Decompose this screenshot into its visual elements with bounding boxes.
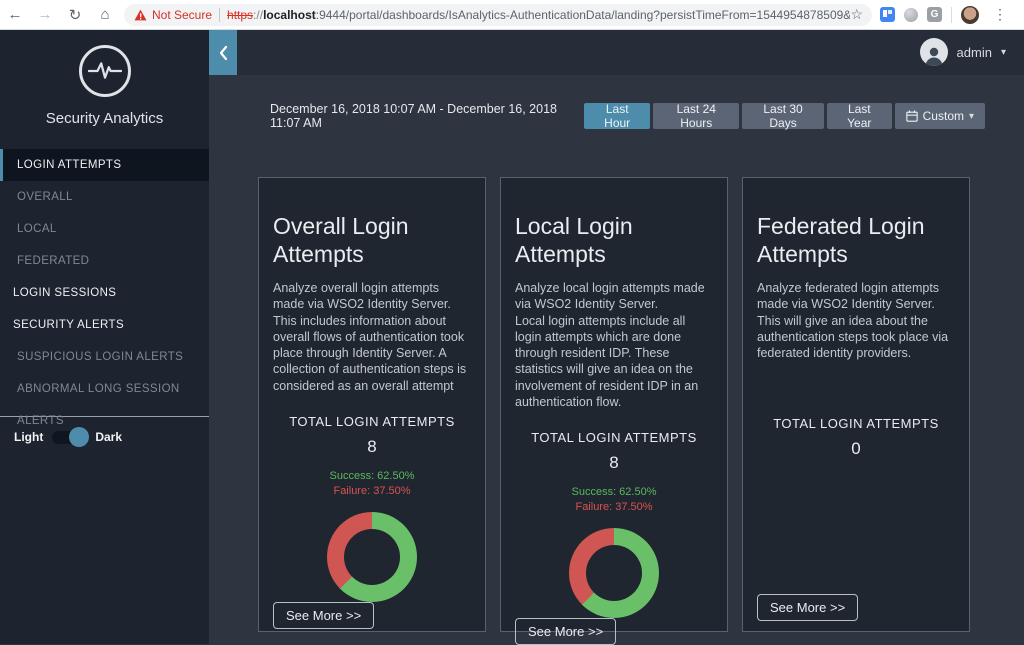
card-description-line-2: This will give an idea about the authent…: [757, 313, 955, 362]
card-overall-login-attempts: Overall Login Attempts Analyze overall l…: [258, 177, 486, 632]
reload-icon[interactable]: ↻: [60, 6, 90, 24]
url-path: :9444/portal/dashboards/IsAnalytics-Auth…: [316, 8, 862, 22]
security-analytics-logo-icon: [79, 45, 131, 97]
total-login-attempts-label: TOTAL LOGIN ATTEMPTS: [757, 416, 955, 431]
overall-login-donut-chart: [327, 512, 417, 602]
home-icon[interactable]: ⌂: [90, 6, 120, 23]
chevron-left-icon: [218, 45, 229, 61]
card-title: Local Login Attempts: [515, 212, 713, 268]
sidebar-item-login-attempts[interactable]: LOGIN ATTEMPTS: [0, 149, 209, 181]
success-rate-label: Success: 62.50%: [273, 470, 471, 482]
theme-light-label: Light: [14, 430, 43, 444]
url-host: localhost: [263, 8, 316, 22]
card-stats: TOTAL LOGIN ATTEMPTS 8 Success: 62.50% F…: [515, 430, 713, 618]
custom-range-button[interactable]: Custom ▾: [895, 103, 985, 129]
top-header: admin ▾: [209, 30, 1024, 75]
bookmark-star-icon[interactable]: ☆: [850, 6, 863, 23]
sidebar-item-overall[interactable]: OVERALL: [0, 181, 209, 213]
card-title: Federated Login Attempts: [757, 212, 955, 268]
extension-blue-icon[interactable]: [880, 7, 895, 22]
extension-g-icon[interactable]: G: [927, 7, 942, 22]
see-more-button[interactable]: See More >>: [515, 618, 616, 645]
theme-dark-label: Dark: [95, 430, 122, 444]
sidebar-item-abnormal-long-session-alerts[interactable]: ABNORMAL LONG SESSION ALERTS: [0, 373, 209, 405]
see-more-button[interactable]: See More >>: [273, 602, 374, 629]
card-description-line-1: Analyze federated login attempts made vi…: [757, 280, 955, 313]
card-stats: TOTAL LOGIN ATTEMPTS 8 Success: 62.50% F…: [273, 414, 471, 602]
user-menu[interactable]: admin ▾: [920, 38, 1006, 66]
brand: Security Analytics: [0, 30, 209, 127]
see-more-button[interactable]: See More >>: [757, 594, 858, 621]
last-24-hours-button[interactable]: Last 24 Hours: [653, 103, 739, 129]
total-login-attempts-label: TOTAL LOGIN ATTEMPTS: [515, 430, 713, 445]
card-description-line-1: Analyze overall login attempts made via …: [273, 280, 471, 313]
chevron-down-icon: ▾: [969, 111, 974, 122]
card-title: Overall Login Attempts: [273, 212, 471, 268]
sidebar-item-login-sessions[interactable]: LOGIN SESSIONS: [0, 277, 209, 309]
extension-circle-icon[interactable]: [904, 8, 918, 22]
url-separator: ://: [253, 8, 263, 22]
warning-icon: [134, 9, 147, 21]
last-hour-button[interactable]: Last Hour: [584, 103, 650, 129]
failure-rate-label: Failure: 37.50%: [515, 501, 713, 513]
sidebar-item-federated[interactable]: FEDERATED: [0, 245, 209, 277]
sidebar-collapse-button[interactable]: [209, 30, 237, 75]
not-secure-label: Not Secure: [152, 8, 212, 22]
card-federated-login-attempts: Federated Login Attempts Analyze federat…: [742, 177, 970, 632]
date-range-label: December 16, 2018 10:07 AM - December 16…: [270, 102, 584, 130]
last-year-button[interactable]: Last Year: [827, 103, 892, 129]
sidebar-menu: LOGIN ATTEMPTS OVERALL LOCAL FEDERATED L…: [0, 149, 209, 405]
theme-toggle[interactable]: [52, 431, 86, 444]
chevron-down-icon: ▾: [1001, 47, 1006, 58]
last-30-days-button[interactable]: Last 30 Days: [742, 103, 824, 129]
card-description-line-2: Local login attempts include all login a…: [515, 313, 713, 411]
card-local-login-attempts: Local Login Attempts Analyze local login…: [500, 177, 728, 632]
dashboard-content: December 16, 2018 10:07 AM - December 16…: [209, 75, 1024, 644]
cards-row: Overall Login Attempts Analyze overall l…: [258, 177, 970, 632]
sidebar-item-suspicious-login-alerts[interactable]: SUSPICIOUS LOGIN ALERTS: [0, 341, 209, 373]
local-login-donut-chart: [569, 528, 659, 618]
browser-profile-avatar[interactable]: [961, 6, 979, 24]
card-description-line-2: This includes information about overall …: [273, 313, 471, 394]
total-login-attempts-value: 0: [757, 439, 955, 459]
failure-rate-label: Failure: 37.50%: [273, 485, 471, 497]
address-bar[interactable]: Not Secure https://localhost:9444/portal…: [124, 4, 872, 26]
total-login-attempts-label: TOTAL LOGIN ATTEMPTS: [273, 414, 471, 429]
total-login-attempts-value: 8: [515, 453, 713, 473]
sidebar-item-local[interactable]: LOCAL: [0, 213, 209, 245]
browser-toolbar: ← → ↻ ⌂ Not Secure https://localhost:944…: [0, 0, 1024, 30]
address-divider: [219, 8, 220, 22]
time-filter-bar: December 16, 2018 10:07 AM - December 16…: [270, 103, 985, 129]
time-filter-buttons: Last Hour Last 24 Hours Last 30 Days Las…: [584, 103, 985, 129]
success-rate-label: Success: 62.50%: [515, 486, 713, 498]
card-stats: TOTAL LOGIN ATTEMPTS 0: [757, 416, 955, 459]
browser-menu-icon[interactable]: ⋮: [988, 6, 1012, 23]
browser-extensions-area: G ⋮: [880, 6, 1012, 24]
back-icon[interactable]: ←: [0, 6, 30, 23]
toolbar-divider: [951, 7, 952, 23]
forward-icon[interactable]: →: [30, 6, 60, 23]
brand-label: Security Analytics: [0, 110, 209, 127]
custom-button-label: Custom: [923, 109, 964, 123]
url-text: https://localhost:9444/portal/dashboards…: [227, 8, 861, 22]
sidebar-item-security-alerts[interactable]: SECURITY ALERTS: [0, 309, 209, 341]
sidebar: Security Analytics LOGIN ATTEMPTS OVERAL…: [0, 30, 209, 644]
calendar-icon: [906, 110, 918, 122]
card-description-line-1: Analyze local login attempts made via WS…: [515, 280, 713, 313]
url-scheme: https: [227, 8, 253, 22]
total-login-attempts-value: 8: [273, 437, 471, 457]
user-avatar-icon: [920, 38, 948, 66]
theme-toggle-knob[interactable]: [69, 427, 89, 447]
username-label: admin: [957, 45, 992, 60]
